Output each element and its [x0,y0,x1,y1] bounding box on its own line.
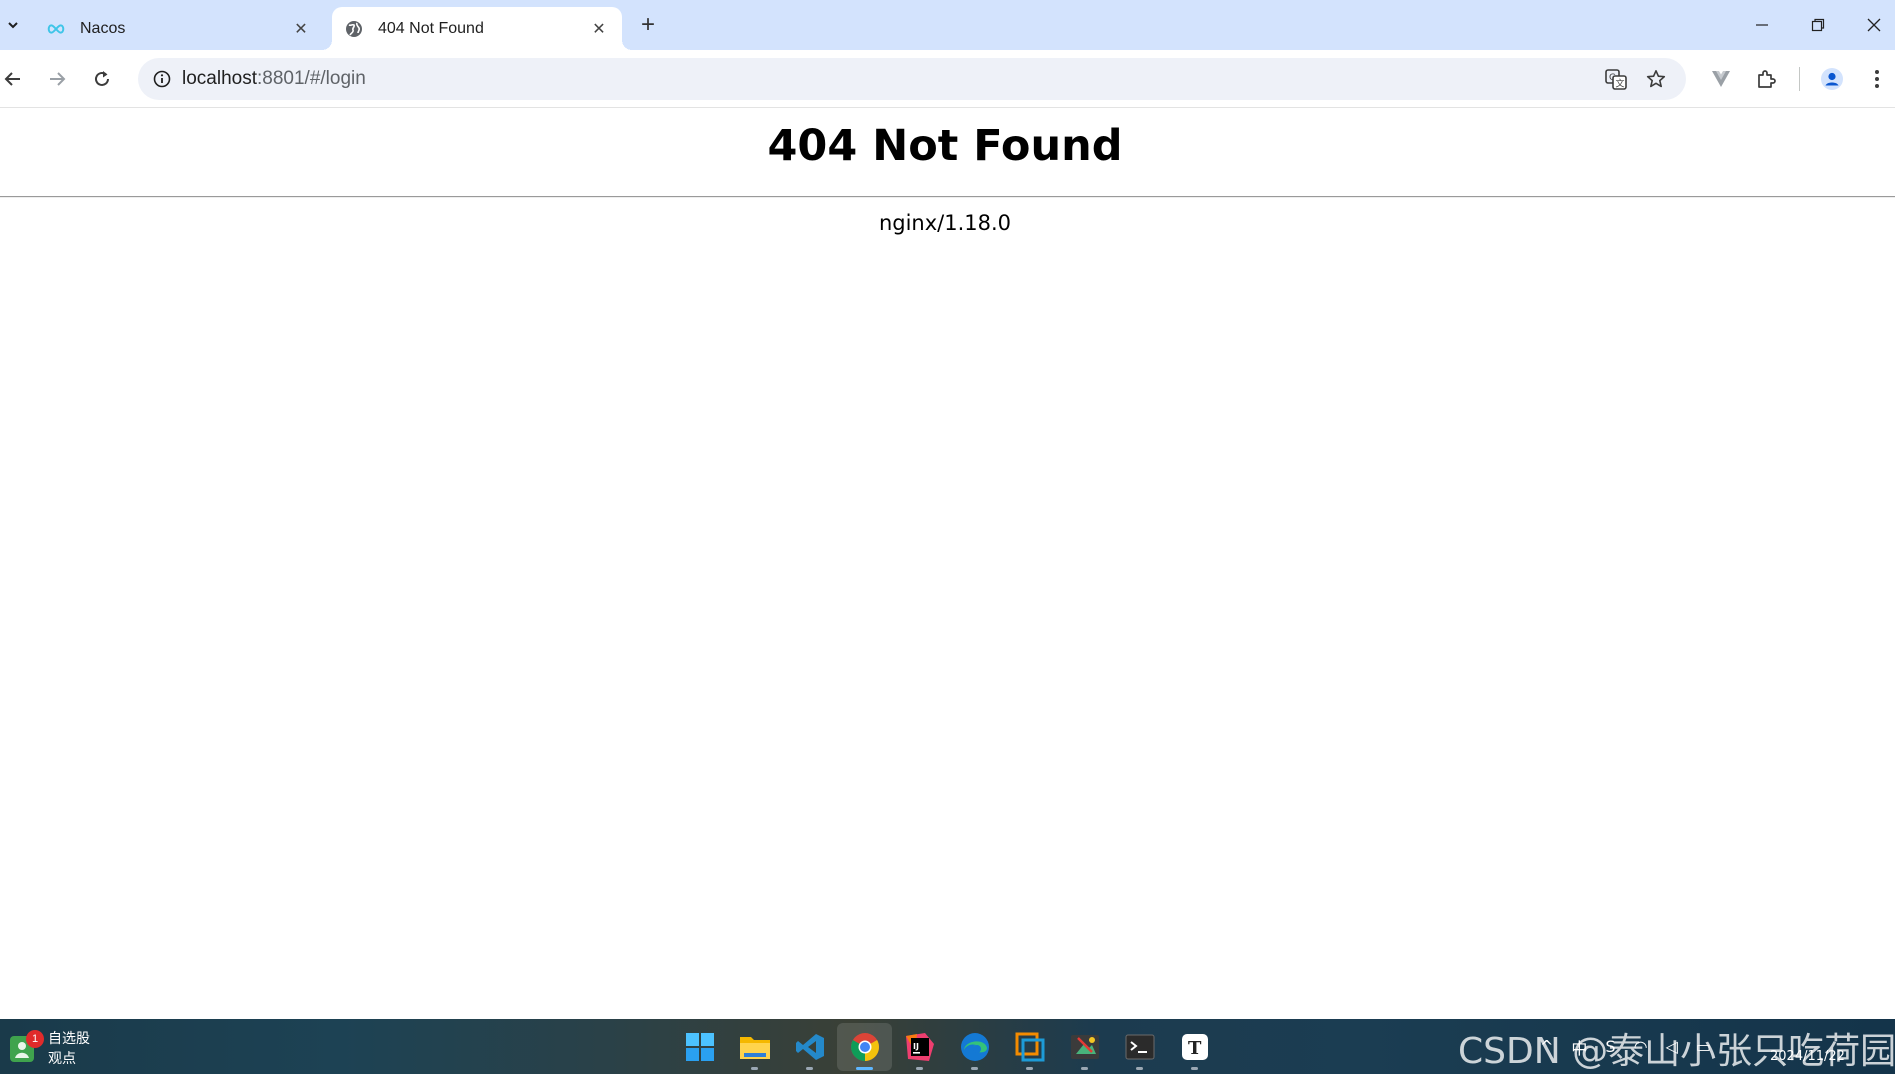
running-indicator [1136,1067,1143,1070]
taskbar-file-explorer[interactable] [727,1023,782,1071]
stock-widget-subtitle: 观点 [48,1051,76,1067]
info-icon [153,70,171,88]
running-indicator [751,1067,758,1070]
running-indicator [916,1067,923,1070]
arrow-right-icon [50,72,66,86]
vscode-icon [795,1034,824,1060]
tab-404-not-found[interactable]: 404 Not Found ✕ [322,7,632,50]
page-heading: 404 Not Found [767,121,1123,171]
back-button[interactable] [0,63,29,95]
tab-title: Nacos [80,19,126,37]
taskbar-vmware[interactable] [1002,1023,1057,1071]
edge-icon [960,1033,989,1061]
puzzle-icon [1758,70,1776,88]
menu-button[interactable] [1861,63,1893,95]
browser-toolbar: localhost:8801/#/login G文 [0,50,1895,108]
profile-button[interactable] [1816,63,1848,95]
chrome-icon [850,1033,879,1061]
nacos-infinity-icon [46,19,66,39]
taskbar-edge[interactable] [947,1023,1002,1071]
tab-search-button[interactable] [2,12,24,38]
running-indicator [806,1067,813,1070]
svg-text:文: 文 [1616,78,1625,90]
more-vertical-icon [1875,70,1879,88]
arrow-left-icon [4,72,20,86]
running-indicator [1026,1067,1033,1070]
running-indicator [856,1067,873,1070]
vmware-icon [1015,1032,1044,1062]
url-text[interactable]: localhost:8801/#/login [182,58,366,100]
star-icon [1646,70,1666,88]
restore-icon [1811,18,1825,32]
taskbar-typora[interactable]: T [1167,1023,1222,1071]
stock-widget-title: 自选股 [48,1031,90,1047]
new-tab-button[interactable]: + [632,11,664,38]
notification-badge: 1 [26,1030,44,1048]
globe-icon [344,19,364,39]
translate-icon: G文 [1605,69,1627,90]
svg-text:T: T [1188,1038,1202,1059]
minimize-icon [1756,24,1768,26]
tab-nacos[interactable]: Nacos ✕ [34,7,324,50]
taskbar-snipping-tool[interactable] [1057,1023,1112,1071]
tab-title: 404 Not Found [378,19,484,37]
taskbar-terminal[interactable] [1112,1023,1167,1071]
running-indicator [1191,1067,1198,1070]
taskbar-apps: IJ T [672,1023,1222,1071]
address-bar[interactable]: localhost:8801/#/login G文 [138,58,1686,100]
taskbar-chrome[interactable] [837,1023,892,1071]
url-host: localhost [182,68,257,89]
svg-text:IJ: IJ [913,1042,919,1051]
toolbar-divider [1799,67,1800,91]
tab-strip: Nacos ✕ 404 Not Found ✕ + [0,0,1895,50]
site-info-button[interactable] [146,63,178,95]
divider [0,196,1895,198]
bookmark-button[interactable] [1640,63,1672,95]
extensions-button[interactable] [1750,63,1782,95]
tab-close-button[interactable]: ✕ [588,18,610,40]
page-content: 404 Not Found nginx/1.18.0 [0,109,1895,1019]
chevron-down-icon [8,22,18,29]
typora-icon: T [1181,1034,1208,1060]
taskbar-vscode[interactable] [782,1023,837,1071]
start-icon [685,1033,714,1061]
intellij-icon: IJ [905,1033,934,1061]
translate-button[interactable]: G文 [1600,63,1632,95]
taskbar-intellij[interactable]: IJ [892,1023,947,1071]
server-signature: nginx/1.18.0 [878,211,1012,235]
reload-icon [95,71,109,86]
stock-widget[interactable]: 1 自选股 观点 [10,1029,90,1069]
url-path: :8801/#/login [257,68,366,89]
close-icon [1867,18,1881,32]
running-indicator [971,1067,978,1070]
restore-button[interactable] [1790,0,1846,50]
extension-vue-button[interactable] [1705,63,1737,95]
reload-button[interactable] [86,63,118,95]
csdn-watermark: CSDN @泰山小张只吃荷园 [1458,1031,1895,1072]
start-button[interactable] [672,1023,727,1071]
vue-devtools-icon [1712,71,1730,87]
forward-button[interactable] [41,63,73,95]
avatar-icon [1821,68,1843,90]
close-window-button[interactable] [1846,0,1895,50]
minimize-button[interactable] [1734,0,1790,50]
tab-close-button[interactable]: ✕ [290,18,312,40]
file-explorer-icon [739,1037,770,1059]
stock-app-icon: 1 [10,1030,44,1062]
snipping-tool-icon [1070,1035,1099,1059]
running-indicator [1081,1067,1088,1070]
terminal-icon [1125,1034,1154,1060]
